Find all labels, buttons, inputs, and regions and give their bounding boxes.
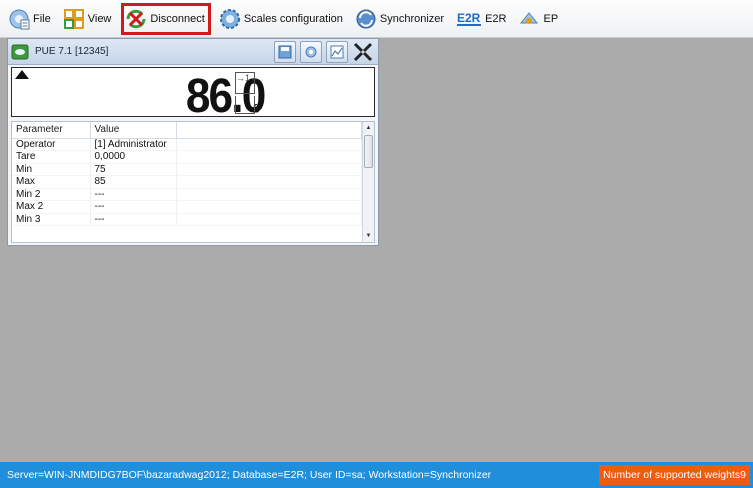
save-icon <box>278 45 292 59</box>
disconnect-icon <box>125 8 147 30</box>
svg-text:E2R: E2R <box>457 11 481 25</box>
scale-panel-actions <box>270 41 374 63</box>
config-button[interactable] <box>300 41 322 63</box>
ep-icon <box>518 8 540 30</box>
view-label: View <box>87 12 112 25</box>
cell-value: 85 <box>90 175 177 189</box>
file-icon <box>8 8 30 30</box>
cell-value: 0,0000 <box>90 150 177 164</box>
scales-configuration-button[interactable]: Scales configuration <box>217 4 347 34</box>
indicator-frame <box>235 96 255 114</box>
view-icon <box>63 8 85 30</box>
main-toolbar: File View Disconnect Scales configuratio… <box>0 0 753 38</box>
scale-panel: PUE 7.1 [12345] 86.0 g →1← Parameter Val… <box>7 38 379 246</box>
table-row[interactable]: Max 2 --- <box>12 200 362 214</box>
scroll-thumb[interactable] <box>364 135 373 168</box>
column-header-value[interactable]: Value <box>90 122 177 139</box>
save-button[interactable] <box>274 41 296 63</box>
disconnect-label: Disconnect <box>150 12 205 25</box>
scale-icon <box>11 43 29 61</box>
cell-parameter: Min 2 <box>12 188 91 201</box>
cell-parameter: Min <box>12 163 91 176</box>
scale-panel-header: PUE 7.1 [12345] <box>8 39 378 65</box>
file-button[interactable]: File <box>6 4 55 34</box>
cell-parameter: Min 3 <box>12 213 91 226</box>
zero-indicator: →1← <box>235 72 259 94</box>
e2r-label: E2R <box>485 12 507 25</box>
config-icon <box>305 46 317 58</box>
cell-value: 75 <box>90 163 177 176</box>
e2r-icon: E2R <box>456 8 482 30</box>
cell-value: --- <box>90 188 177 201</box>
connection-status-text: Server=WIN-JNMDIDG7BOF\bazaradwag2012; D… <box>7 469 492 481</box>
collapse-button[interactable] <box>352 41 374 63</box>
ep-label: EP <box>543 12 559 25</box>
stability-marker-icon <box>15 70 29 79</box>
view-button[interactable]: View <box>61 4 116 34</box>
synchronizer-icon <box>355 8 377 30</box>
status-bar: Server=WIN-JNMDIDG7BOF\bazaradwag2012; D… <box>0 462 753 488</box>
scroll-up-arrow-icon[interactable]: ▲ <box>363 122 374 134</box>
table-row[interactable]: Min 3 --- <box>12 213 362 226</box>
scales-configuration-label: Scales configuration <box>243 12 343 25</box>
cell-parameter: Max 2 <box>12 200 91 214</box>
cell-value: --- <box>90 200 177 214</box>
cell-parameter: Max <box>12 175 91 189</box>
cell-parameter: Tare <box>12 150 91 164</box>
cell-parameter: Operator <box>12 138 91 151</box>
chart-button[interactable] <box>326 41 348 63</box>
table-scrollbar[interactable]: ▲ ▼ <box>362 122 374 242</box>
table-row[interactable]: Max 85 <box>12 175 362 189</box>
ep-button[interactable]: EP <box>516 4 562 34</box>
table-row[interactable]: Min 75 <box>12 163 362 176</box>
weight-display: 86.0 g →1← <box>11 67 375 123</box>
chart-icon <box>330 45 344 59</box>
table-row[interactable]: Tare 0,0000 <box>12 150 362 164</box>
table-row[interactable]: Operator [1] Administrator <box>12 138 362 151</box>
file-label: File <box>33 12 51 25</box>
cell-value: [1] Administrator <box>90 138 177 151</box>
synchronizer-label: Synchronizer <box>379 12 445 25</box>
collapse-icon <box>353 42 373 62</box>
scales-configuration-icon <box>219 8 241 30</box>
column-header-empty <box>176 122 362 139</box>
table-row[interactable]: Min 2 --- <box>12 188 362 201</box>
column-header-parameter[interactable]: Parameter <box>12 122 91 139</box>
disconnect-button[interactable]: Disconnect <box>121 2 211 35</box>
e2r-button[interactable]: E2R E2R <box>454 4 510 34</box>
table-header-row: Parameter Value <box>12 122 362 139</box>
cell-value: --- <box>90 213 177 226</box>
supported-weights-badge: Number of supported weights9 <box>599 465 750 485</box>
synchronizer-button[interactable]: Synchronizer <box>353 4 448 34</box>
parameter-table: Parameter Value Operator [1] Administrato… <box>11 121 375 243</box>
scale-panel-title: PUE 7.1 [12345] <box>35 46 109 57</box>
scroll-down-arrow-icon[interactable]: ▼ <box>363 230 374 242</box>
